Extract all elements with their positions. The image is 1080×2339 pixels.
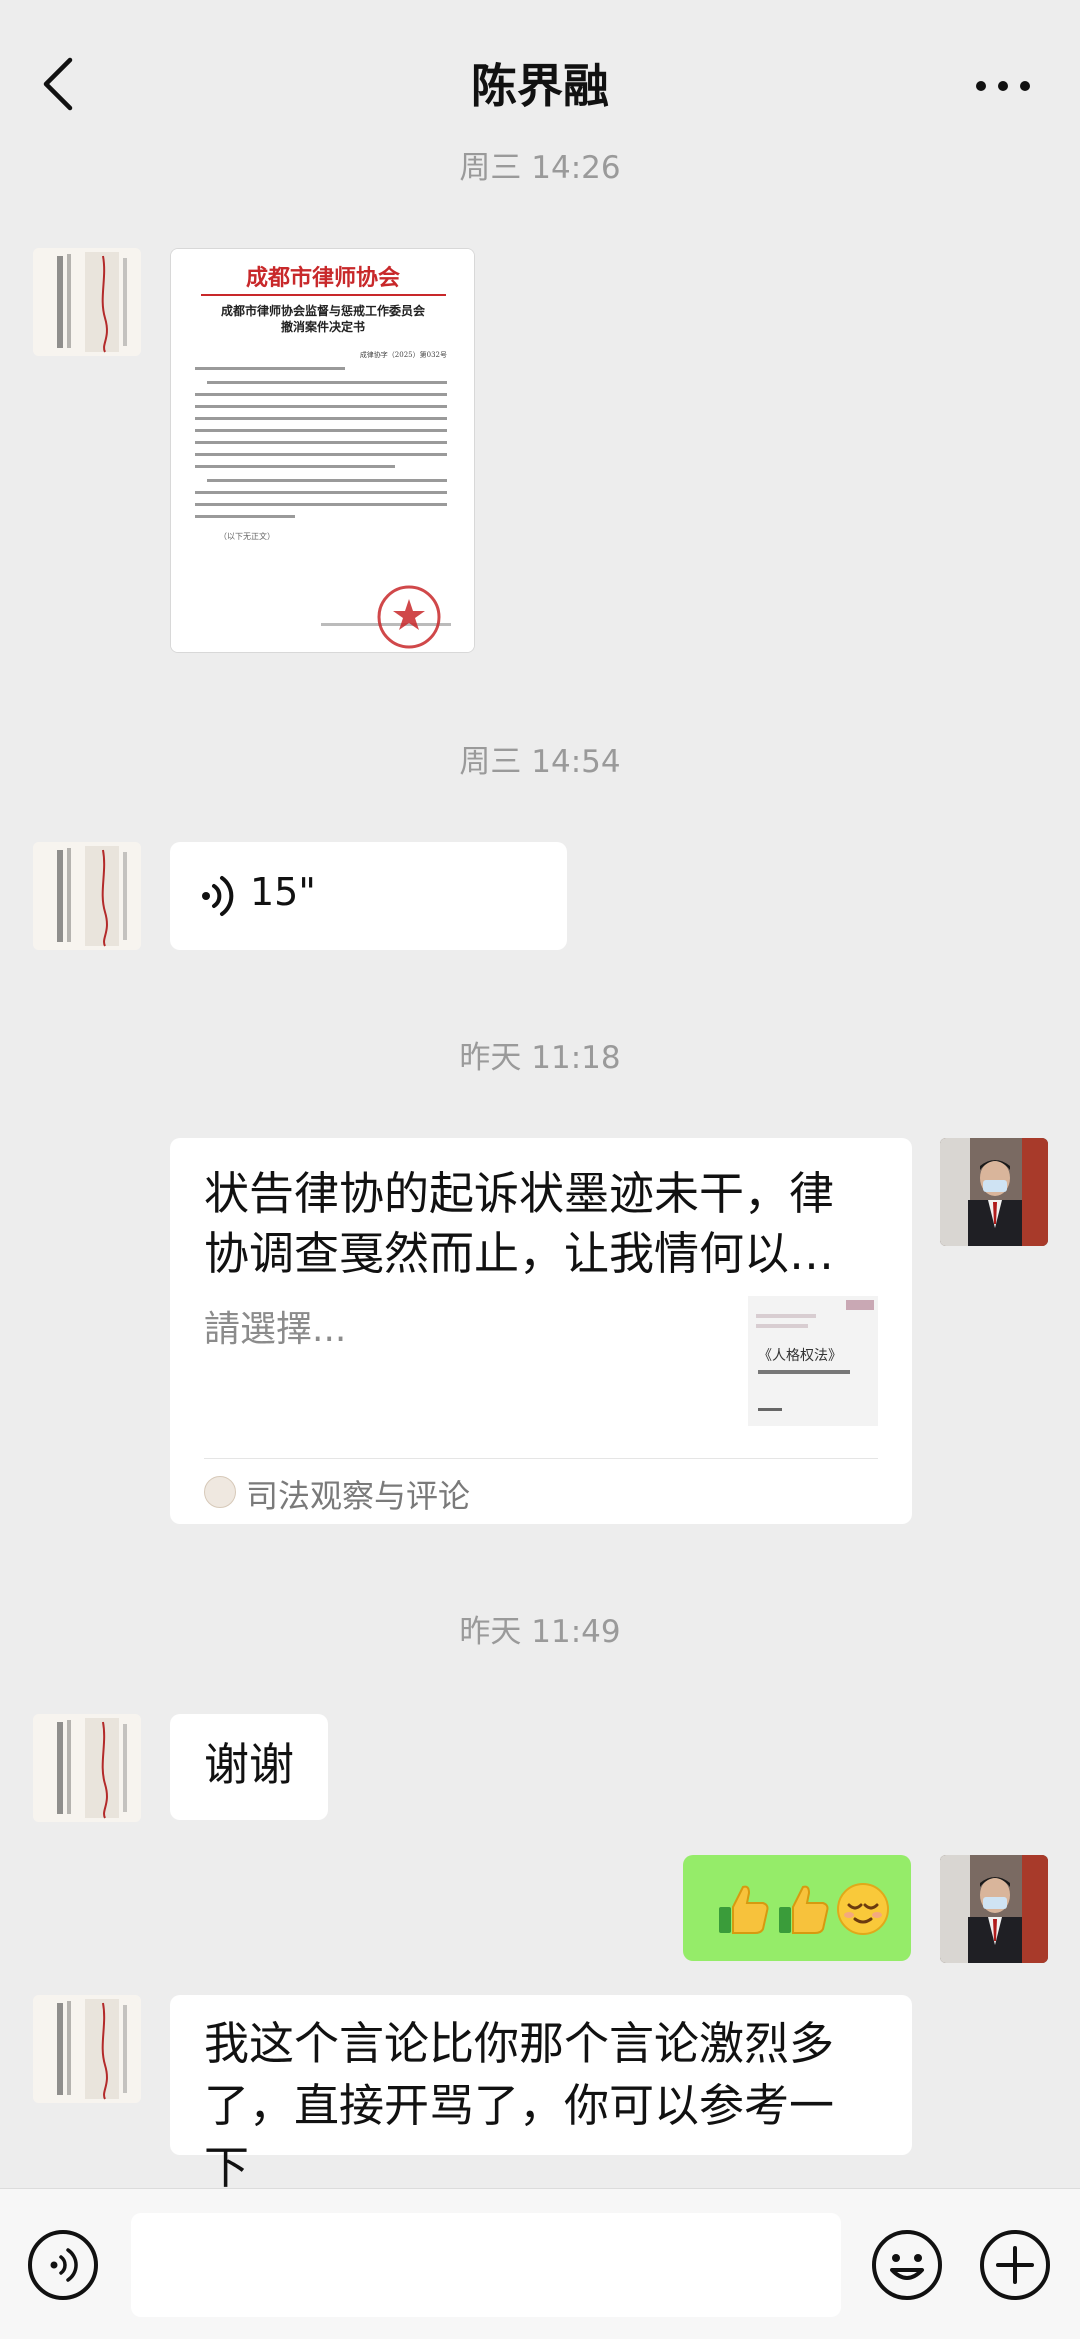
doc-ref: 成律协字（2025）第032号 — [360, 350, 447, 359]
smiling-face-icon — [837, 1883, 889, 1935]
thumbs-up-icon — [719, 1885, 769, 1934]
link-card-message[interactable]: 状告律协的起诉状墨迹未干，律 协调查戛然而止，让我情何以… 請選擇... 《人格… — [170, 1138, 912, 1524]
message-line: 了，直接开骂了，你可以参考一下 — [204, 2079, 835, 2194]
timestamp: 周三 14:26 — [459, 150, 621, 186]
voice-duration: 15" — [250, 870, 316, 914]
avatar-book-image — [33, 248, 141, 356]
contact-avatar[interactable] — [33, 1714, 141, 1822]
voice-wave-icon — [202, 876, 234, 916]
avatar-book-image — [33, 1995, 141, 2103]
avatar-book-image — [33, 1714, 141, 1822]
timestamp: 昨天 11:18 — [459, 1040, 621, 1076]
contact-avatar[interactable] — [33, 1995, 141, 2103]
contact-avatar[interactable] — [33, 248, 141, 356]
doc-footer: （以下无正文） — [219, 531, 275, 541]
emoji-button[interactable] — [870, 2228, 944, 2302]
input-bar — [0, 2188, 1080, 2339]
source-logo-icon — [204, 1476, 236, 1508]
emoji-icon — [872, 2230, 942, 2300]
doc-subheading: 撤消案件决定书 — [281, 319, 365, 334]
voice-message[interactable]: 15" — [170, 842, 567, 950]
chat-title: 陈界融 — [471, 59, 609, 113]
link-divider — [204, 1458, 878, 1459]
thumbs-up-icon — [779, 1885, 829, 1934]
book-cover-image: 《人格权法》 — [748, 1296, 878, 1426]
document-image: 成都市律师协会 成都市律师协会监督与惩戒工作委员会 撤消案件决定书 成律协字（2… — [171, 249, 474, 652]
timestamp: 昨天 11:49 — [459, 1614, 621, 1650]
link-title: 状告律协的起诉状墨迹未干，律 协调查戛然而止，让我情何以… — [204, 1164, 854, 1284]
message-line: 我这个言论比你那个言论激烈多 — [204, 2017, 835, 2070]
avatar-portrait-image — [940, 1855, 1048, 1963]
timestamp: 周三 14:54 — [459, 744, 621, 780]
text-message[interactable]: 我这个言论比你那个言论激烈多 了，直接开骂了，你可以参考一下 — [170, 1995, 912, 2194]
doc-org: 成都市律师协会 — [246, 265, 400, 291]
voice-input-button[interactable] — [26, 2228, 100, 2302]
voice-input-icon — [28, 2230, 98, 2300]
plus-circle-icon — [980, 2230, 1050, 2300]
avatar-book-image — [33, 842, 141, 950]
link-title-line: 协调查戛然而止，让我情何以… — [204, 1227, 835, 1280]
emoji-message[interactable] — [683, 1855, 911, 1961]
link-title-line: 状告律协的起诉状墨迹未干，律 — [204, 1167, 835, 1220]
message-input[interactable] — [131, 2213, 841, 2317]
chat-header: 陈界融 — [0, 0, 1080, 150]
more-functions-button[interactable] — [978, 2228, 1052, 2302]
thumb-book-title: 《人格权法》 — [758, 1348, 842, 1364]
self-avatar[interactable] — [940, 1855, 1048, 1963]
more-dots-icon — [976, 81, 1030, 91]
link-source: 司法观察与评论 — [246, 1477, 471, 1515]
emoji-row — [715, 1881, 891, 1937]
link-thumbnail: 《人格权法》 — [748, 1296, 878, 1426]
contact-avatar[interactable] — [33, 842, 141, 950]
image-message[interactable]: 成都市律师协会 成都市律师协会监督与惩戒工作委员会 撤消案件决定书 成律协字（2… — [170, 248, 475, 653]
avatar-portrait-image — [940, 1138, 1048, 1246]
link-description: 請選擇... — [204, 1309, 347, 1350]
doc-heading: 成都市律师协会监督与惩戒工作委员会 — [221, 303, 426, 318]
more-button[interactable] — [972, 66, 1034, 106]
self-avatar[interactable] — [940, 1138, 1048, 1246]
text-message[interactable]: 谢谢 — [170, 1714, 328, 1820]
